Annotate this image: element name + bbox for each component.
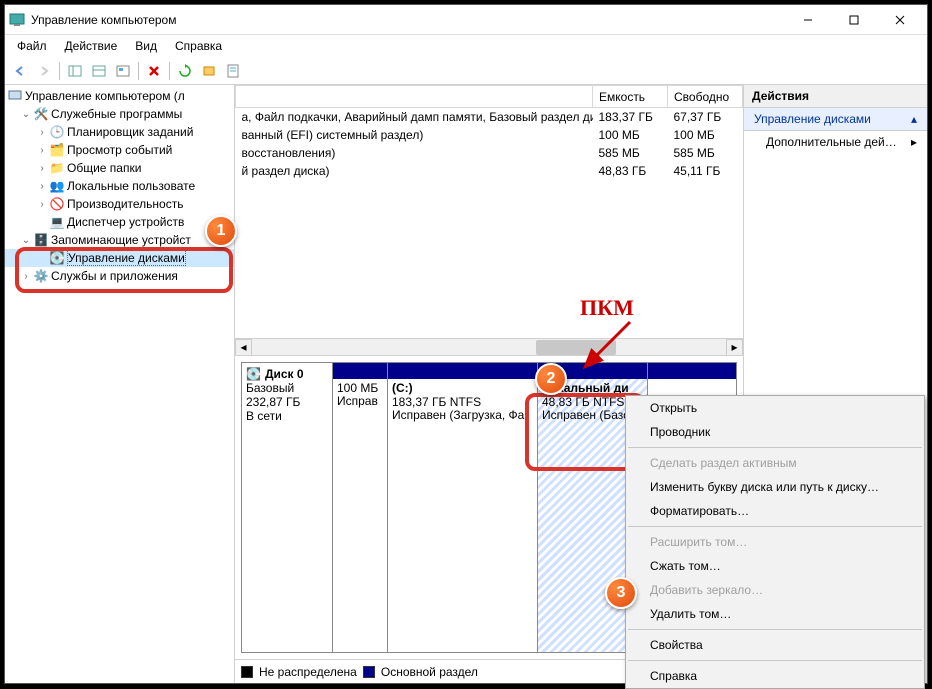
actions-header: Действия [744,85,927,108]
tree-services-apps[interactable]: ›⚙️Службы и приложения [5,267,234,285]
col-capacity[interactable]: Емкость [593,86,668,108]
tools-icon: 🛠️ [33,106,49,122]
partition-1[interactable]: (C:)183,37 ГБ NTFSИсправен (Загрузка, Фа [388,362,538,653]
export-button[interactable] [198,60,220,82]
chevron-right-icon: ▸ [911,135,917,149]
perf-icon: 🚫 [49,196,65,212]
storage-icon: 🗄️ [33,232,49,248]
tree-storage[interactable]: ⌄🗄️Запоминающие устройст [5,231,234,249]
show-hide-button[interactable] [64,60,86,82]
titlebar: Управление компьютером [5,5,927,35]
col-free[interactable]: Свободно [668,86,743,108]
view-button[interactable] [88,60,110,82]
volumes-table[interactable]: Емкость Свободно а, Файл подкачки, Авари… [235,85,743,180]
callout-number-3: 3 [605,577,637,609]
clock-icon: 🕒 [49,124,65,140]
tree-task-scheduler[interactable]: ›🕒Планировщик заданий [5,123,234,141]
ctx-help[interactable]: Справка [626,664,924,688]
event-icon: 🗂️ [49,142,65,158]
partition-0[interactable]: 100 МБИсправ [333,362,388,653]
tree-disk-management[interactable]: 💽Управление дисками [5,249,234,267]
table-row[interactable]: ванный (EFI) системный раздел)100 МБ100 … [236,126,743,144]
table-row[interactable]: восстановления)585 МБ585 МБ [236,144,743,162]
properties-button[interactable] [222,60,244,82]
scroll-right-button[interactable]: ▸ [726,339,743,356]
ctx-change-letter[interactable]: Изменить букву диска или путь к диску… [626,475,924,499]
ctx-explorer[interactable]: Проводник [626,420,924,444]
ctx-open[interactable]: Открыть [626,396,924,420]
context-menu: Открыть Проводник Сделать раздел активны… [625,395,925,689]
menu-action[interactable]: Действие [57,37,126,55]
menu-help[interactable]: Справка [167,37,230,55]
ctx-format[interactable]: Форматировать… [626,499,924,523]
menu-view[interactable]: Вид [127,37,165,55]
computer-management-window: Управление компьютером Файл Действие Вид… [4,4,928,684]
delete-icon[interactable] [143,60,165,82]
menu-file[interactable]: Файл [9,37,55,55]
hdd-icon: 💽 [246,367,261,381]
table-row[interactable]: й раздел диска)48,83 ГБ45,11 ГБ [236,162,743,180]
ctx-shrink[interactable]: Сжать том… [626,554,924,578]
toolbar [5,57,927,85]
ctx-add-mirror: Добавить зеркало… [626,578,924,602]
maximize-button[interactable] [831,6,877,34]
ctx-delete-volume[interactable]: Удалить том… [626,602,924,626]
users-icon: 👥 [49,178,65,194]
tree-shared-folders[interactable]: ›📁Общие папки [5,159,234,177]
close-button[interactable] [877,6,923,34]
callout-number-2: 2 [535,363,567,395]
collapse-icon: ▴ [911,112,917,126]
callout-pkm-label: ПКМ [580,295,634,321]
callout-arrow [575,317,645,377]
ctx-properties[interactable]: Свойства [626,633,924,657]
app-icon [9,12,25,28]
device-icon: 💻 [49,214,65,230]
refresh-button[interactable] [174,60,196,82]
back-button[interactable] [9,60,31,82]
callout-number-1: 1 [205,215,237,247]
tree-services-group[interactable]: ⌄🛠️Служебные программы [5,105,234,123]
tree-root[interactable]: Управление компьютером (л [5,87,234,105]
actions-disk-management[interactable]: Управление дисками▴ [744,108,927,131]
col-description[interactable] [236,86,593,108]
window-title: Управление компьютером [31,13,785,27]
computer-icon [7,88,23,104]
tree-event-viewer[interactable]: ›🗂️Просмотр событий [5,141,234,159]
horizontal-scrollbar[interactable]: ◂ ▸ [235,338,743,355]
navigation-tree[interactable]: Управление компьютером (л ⌄🛠️Служебные п… [5,85,235,683]
ctx-make-active: Сделать раздел активным [626,451,924,475]
tree-local-users[interactable]: ›👥Локальные пользовате [5,177,234,195]
table-row[interactable]: а, Файл подкачки, Аварийный дамп памяти,… [236,108,743,126]
disk-icon: 💽 [49,250,65,266]
disk-info[interactable]: 💽Диск 0 Базовый 232,87 ГБ В сети [241,362,333,653]
ctx-extend: Расширить том… [626,530,924,554]
scroll-left-button[interactable]: ◂ [235,339,252,356]
forward-button[interactable] [33,60,55,82]
tree-device-manager[interactable]: 💻Диспетчер устройств [5,213,234,231]
options-button[interactable] [112,60,134,82]
actions-more[interactable]: Дополнительные дей…▸ [744,131,927,153]
minimize-button[interactable] [785,6,831,34]
folder-icon: 📁 [49,160,65,176]
gear-icon: ⚙️ [33,268,49,284]
tree-performance[interactable]: ›🚫Производительность [5,195,234,213]
menubar: Файл Действие Вид Справка [5,35,927,57]
